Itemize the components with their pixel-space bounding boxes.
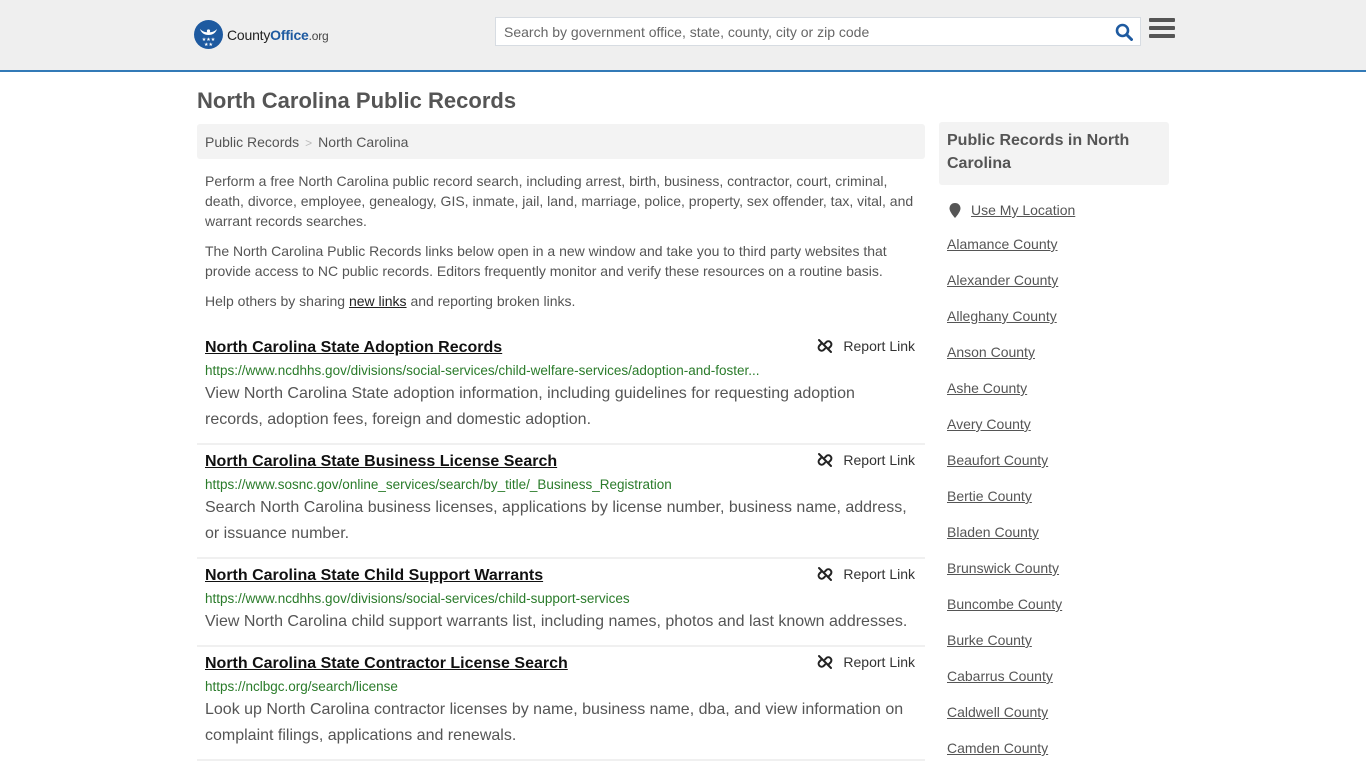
county-link[interactable]: Buncombe County bbox=[947, 596, 1062, 612]
report-link-button[interactable]: Report Link bbox=[817, 654, 915, 670]
record-title-link[interactable]: North Carolina State Adoption Records bbox=[205, 337, 502, 359]
intro-disclaimer: The North Carolina Public Records links … bbox=[205, 243, 887, 279]
broken-link-icon bbox=[818, 339, 833, 353]
broken-link-icon bbox=[818, 567, 833, 581]
record-url[interactable]: https://nclbgc.org/search/license bbox=[205, 677, 785, 697]
report-link-button[interactable]: Report Link bbox=[817, 452, 915, 468]
breadcrumb-north-carolina[interactable]: North Carolina bbox=[318, 134, 408, 150]
breadcrumb-public-records[interactable]: Public Records bbox=[205, 134, 299, 150]
county-list: Alamance County Alexander County Alleghany… bbox=[939, 235, 1169, 758]
county-link[interactable]: Avery County bbox=[947, 416, 1031, 432]
record-item: North Carolina State Adoption Records Re… bbox=[197, 331, 925, 445]
county-list-item: Ashe County bbox=[947, 379, 1169, 398]
logo-wordmark: CountyOffice.org bbox=[227, 26, 329, 43]
search-button[interactable] bbox=[1108, 18, 1140, 45]
report-link-button[interactable]: Report Link bbox=[817, 566, 915, 582]
record-url[interactable]: https://www.ncdhhs.gov/divisions/social-… bbox=[205, 589, 785, 609]
county-list-item: Alamance County bbox=[947, 235, 1169, 254]
svg-text:★★: ★★ bbox=[204, 42, 213, 48]
county-list-item: Bertie County bbox=[947, 487, 1169, 506]
site-logo[interactable]: ★★★ ★★ CountyOffice.org bbox=[194, 20, 329, 49]
report-link-label: Report Link bbox=[843, 566, 915, 582]
breadcrumb: Public Records > North Carolina bbox=[197, 124, 925, 159]
menu-bar bbox=[1149, 18, 1175, 22]
record-description: Search North Carolina business licenses,… bbox=[205, 499, 907, 542]
county-list-item: Avery County bbox=[947, 415, 1169, 434]
record-title-link[interactable]: North Carolina State Business License Se… bbox=[205, 451, 557, 473]
record-title-link[interactable]: North Carolina State Contractor License … bbox=[205, 653, 568, 675]
breadcrumb-separator: > bbox=[305, 136, 313, 150]
intro-help: Help others by sharing new links and rep… bbox=[205, 293, 576, 309]
county-list-item: Buncombe County bbox=[947, 595, 1169, 614]
county-list-item: Alleghany County bbox=[947, 307, 1169, 326]
search-input[interactable] bbox=[496, 18, 1108, 45]
county-link[interactable]: Ashe County bbox=[947, 380, 1027, 396]
county-list-item: Beaufort County bbox=[947, 451, 1169, 470]
page-title: North Carolina Public Records bbox=[197, 88, 517, 113]
record-description: View North Carolina child support warran… bbox=[205, 613, 908, 630]
menu-bar bbox=[1149, 26, 1175, 30]
county-list-item: Anson County bbox=[947, 343, 1169, 362]
county-list-item: Bladen County bbox=[947, 523, 1169, 542]
county-list-item: Burke County bbox=[947, 631, 1169, 650]
report-link-label: Report Link bbox=[843, 452, 915, 468]
site-header: ★★★ ★★ CountyOffice.org bbox=[0, 0, 1366, 72]
report-link-label: Report Link bbox=[843, 654, 915, 670]
use-my-location-link[interactable]: Use My Location bbox=[971, 202, 1075, 218]
search-bar bbox=[495, 17, 1141, 46]
record-item: North Carolina State Child Support Warra… bbox=[197, 559, 925, 647]
county-link[interactable]: Alexander County bbox=[947, 272, 1058, 288]
county-list-item: Camden County bbox=[947, 739, 1169, 758]
intro-paragraph: Perform a free North Carolina public rec… bbox=[205, 173, 914, 229]
county-link[interactable]: Cabarrus County bbox=[947, 668, 1053, 684]
record-description: View North Carolina State adoption infor… bbox=[205, 385, 855, 428]
broken-link-icon bbox=[818, 655, 833, 669]
county-link[interactable]: Brunswick County bbox=[947, 560, 1059, 576]
hamburger-menu-button[interactable] bbox=[1149, 18, 1175, 42]
county-list-item: Brunswick County bbox=[947, 559, 1169, 578]
sidebar: Public Records in North Carolina Use My … bbox=[939, 122, 1169, 758]
records-list: North Carolina State Adoption Records Re… bbox=[197, 331, 925, 761]
report-link-label: Report Link bbox=[843, 338, 915, 354]
main-content: Public Records > North Carolina Perform a … bbox=[197, 124, 925, 761]
use-location-row: Use My Location bbox=[939, 202, 1169, 218]
county-list-item: Alexander County bbox=[947, 271, 1169, 290]
county-link[interactable]: Burke County bbox=[947, 632, 1032, 648]
sidebar-title: Public Records in North Carolina bbox=[939, 122, 1169, 185]
county-link[interactable]: Beaufort County bbox=[947, 452, 1048, 468]
record-item: North Carolina State Contractor License … bbox=[197, 647, 925, 761]
record-url[interactable]: https://www.ncdhhs.gov/divisions/social-… bbox=[205, 361, 785, 381]
record-title-link[interactable]: North Carolina State Child Support Warra… bbox=[205, 565, 543, 587]
search-icon bbox=[1115, 23, 1133, 41]
county-link[interactable]: Caldwell County bbox=[947, 704, 1048, 720]
county-link[interactable]: Bertie County bbox=[947, 488, 1032, 504]
map-pin-icon bbox=[949, 202, 961, 218]
county-list-item: Caldwell County bbox=[947, 703, 1169, 722]
county-link[interactable]: Camden County bbox=[947, 740, 1048, 756]
intro-section: Perform a free North Carolina public rec… bbox=[197, 171, 925, 311]
county-link[interactable]: Alamance County bbox=[947, 236, 1058, 252]
record-item: North Carolina State Business License Se… bbox=[197, 445, 925, 559]
county-link[interactable]: Anson County bbox=[947, 344, 1035, 360]
county-list-item: Cabarrus County bbox=[947, 667, 1169, 686]
report-link-button[interactable]: Report Link bbox=[817, 338, 915, 354]
new-links-link[interactable]: new links bbox=[349, 293, 407, 309]
broken-link-icon bbox=[818, 453, 833, 467]
county-link[interactable]: Bladen County bbox=[947, 524, 1039, 540]
record-description: Look up North Carolina contractor licens… bbox=[205, 701, 904, 744]
menu-bar bbox=[1149, 34, 1175, 38]
county-link[interactable]: Alleghany County bbox=[947, 308, 1057, 324]
eagle-logo-icon: ★★★ ★★ bbox=[194, 20, 223, 49]
record-url[interactable]: https://www.sosnc.gov/online_services/se… bbox=[205, 475, 785, 495]
